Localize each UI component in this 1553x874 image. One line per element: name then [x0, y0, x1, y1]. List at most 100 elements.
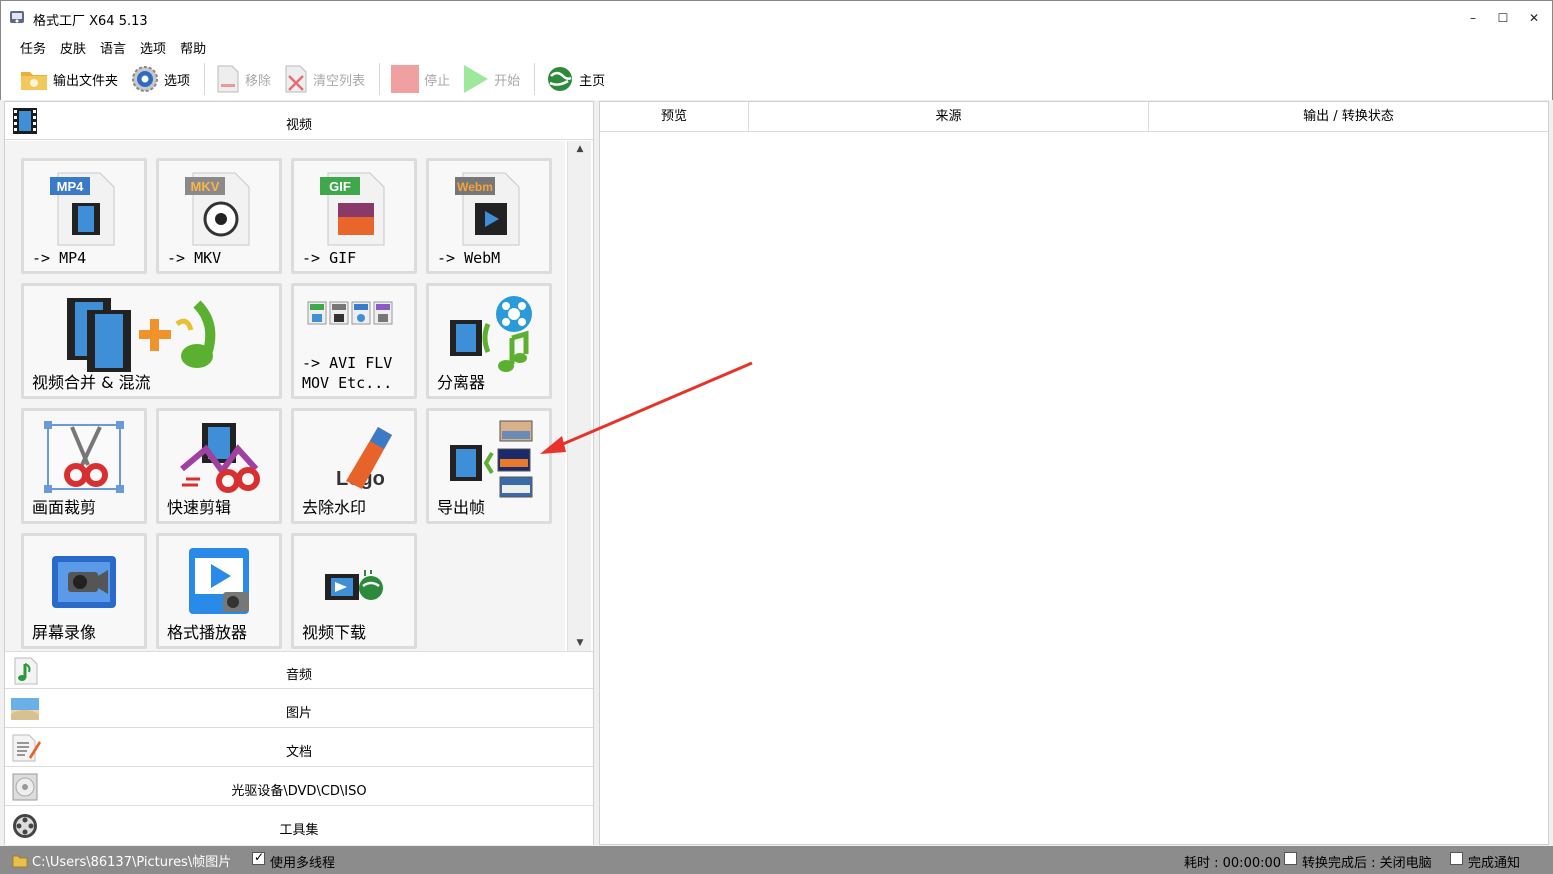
menu-options[interactable]: 选项: [133, 34, 173, 58]
category-document[interactable]: 文档: [5, 729, 593, 767]
multithread-label: 使用多线程: [270, 856, 336, 871]
folder-icon: [21, 72, 47, 90]
gear-icon: [132, 66, 159, 92]
menu-bar: 任务 皮肤 语言 选项 帮助: [0, 34, 1553, 58]
webm-badge-text: Webm: [457, 180, 493, 194]
category-panel: 视频 MP4 -> MP4 MKV -> MKV GIF -> GIF Webm…: [4, 101, 594, 845]
maximize-button[interactable]: ☐: [1488, 7, 1518, 29]
tile-screen-record[interactable]: 屏幕录像: [21, 533, 147, 649]
clear-list-icon: [285, 65, 307, 93]
tile-to-gif-label: -> GIF: [302, 249, 357, 267]
start-button[interactable]: 开始: [458, 61, 524, 97]
title-bar: 格式工厂 X64 5.13 – ☐ ✕: [0, 0, 1553, 34]
tile-to-webm-label: -> WebM: [437, 249, 501, 267]
category-video-label: 视频: [285, 118, 312, 133]
remove-label: 移除: [245, 73, 272, 89]
start-label: 开始: [494, 73, 521, 89]
toolbar-divider: [534, 63, 536, 95]
tile-merge-mux-label: 视频合并 & 混流: [32, 373, 151, 392]
gif-badge-text: GIF: [329, 179, 351, 194]
merge-video-audio-icon: [66, 298, 215, 372]
export-frames-icon: [450, 420, 533, 498]
tool-grid-scrollbar[interactable]: ▲ ▼: [567, 141, 591, 651]
tile-to-webm[interactable]: Webm -> WebM: [426, 158, 552, 274]
tile-video-download[interactable]: 视频下载: [291, 533, 417, 649]
crop-scissors-icon: [44, 421, 124, 493]
column-source[interactable]: 来源: [749, 102, 1149, 132]
stop-label: 停止: [424, 73, 451, 89]
tile-to-mp4[interactable]: MP4 -> MP4: [21, 158, 147, 274]
notify-label: 完成通知: [1468, 856, 1521, 871]
tile-quick-clip[interactable]: 快速剪辑: [156, 408, 282, 524]
minimize-button[interactable]: –: [1458, 7, 1488, 29]
tile-to-avi-flv-mov[interactable]: -> AVI FLV MOV Etc...: [291, 283, 417, 399]
tool-grid: MP4 -> MP4 MKV -> MKV GIF -> GIF Webm ->…: [5, 141, 565, 651]
menu-skin[interactable]: 皮肤: [53, 34, 93, 58]
home-label: 主页: [579, 73, 606, 89]
scroll-thumb[interactable]: [570, 161, 590, 613]
tile-crop-label: 画面裁剪: [32, 498, 97, 517]
tile-export-frames[interactable]: 导出帧: [426, 408, 552, 524]
after-done-label: 转换完成后 : 关闭电脑: [1302, 856, 1432, 871]
scroll-down-icon[interactable]: ▼: [568, 635, 592, 651]
category-audio[interactable]: 音频: [5, 651, 593, 689]
category-image-label: 图片: [285, 706, 312, 721]
mp4-file-icon: MP4: [50, 172, 115, 246]
toolbar: 输出文件夹 选项 移除 清空列表 停止 开始 主页: [0, 58, 1553, 100]
category-rom-device[interactable]: 光驱设备\DVD\CD\ISO: [5, 768, 593, 806]
tile-to-gif[interactable]: GIF -> GIF: [291, 158, 417, 274]
column-output-status[interactable]: 输出 / 转换状态: [1149, 102, 1548, 132]
options-label: 选项: [164, 73, 191, 89]
category-document-label: 文档: [285, 745, 312, 760]
multi-format-icon: [307, 301, 393, 325]
window-title: 格式工厂 X64 5.13: [33, 14, 148, 29]
category-toolbox[interactable]: 工具集: [5, 807, 593, 845]
output-path[interactable]: C:\Users\86137\Pictures\帧图片: [32, 851, 231, 870]
home-button[interactable]: 主页: [541, 61, 609, 97]
scroll-up-icon[interactable]: ▲: [568, 141, 592, 157]
app-icon: [10, 11, 24, 23]
multithread-checkbox[interactable]: [252, 850, 265, 865]
tile-merge-mux[interactable]: 视频合并 & 混流: [21, 283, 282, 399]
output-folder-button[interactable]: 输出文件夹: [15, 61, 122, 97]
tile-crop[interactable]: 画面裁剪: [21, 408, 147, 524]
tile-format-player[interactable]: 格式播放器: [156, 533, 282, 649]
mp4-badge-text: MP4: [57, 179, 85, 194]
toolbar-divider: [379, 63, 381, 95]
tile-video-download-label: 视频下载: [302, 623, 367, 642]
webm-file-icon: Webm: [455, 172, 520, 246]
close-button[interactable]: ✕: [1519, 7, 1549, 29]
tile-to-mkv-label: -> MKV: [167, 249, 222, 267]
category-video[interactable]: 视频: [5, 102, 593, 140]
toolbar-divider: [204, 63, 206, 95]
options-button[interactable]: 选项: [126, 61, 194, 97]
tile-splitter[interactable]: 分离器: [426, 283, 552, 399]
eraser-icon: Logo: [336, 427, 392, 490]
tile-format-player-label: 格式播放器: [167, 623, 248, 642]
folder-small-icon: [12, 855, 28, 868]
category-image[interactable]: 图片: [5, 690, 593, 728]
column-preview[interactable]: 预览: [600, 102, 749, 132]
tile-remove-watermark[interactable]: Logo 去除水印: [291, 408, 417, 524]
mkv-file-icon: MKV: [185, 172, 250, 246]
remove-button[interactable]: 移除: [211, 61, 275, 97]
notify-checkbox[interactable]: [1450, 852, 1463, 865]
play-icon: [464, 65, 489, 93]
tile-splitter-label: 分离器: [437, 373, 486, 392]
menu-language[interactable]: 语言: [93, 34, 133, 58]
tile-screen-record-label: 屏幕录像: [32, 623, 97, 642]
menu-task[interactable]: 任务: [13, 34, 53, 58]
video-download-icon: [325, 570, 383, 600]
screen-record-icon: [52, 556, 116, 608]
after-done-checkbox[interactable]: [1284, 852, 1297, 865]
tile-quick-clip-label: 快速剪辑: [167, 498, 232, 517]
menu-help[interactable]: 帮助: [173, 34, 213, 58]
clear-list-button[interactable]: 清空列表: [279, 61, 369, 97]
stop-button[interactable]: 停止: [386, 61, 454, 97]
tile-to-mkv[interactable]: MKV -> MKV: [156, 158, 282, 274]
tile-to-avi-flv-mov-label: -> AVI FLV MOV Etc...: [302, 354, 393, 392]
category-audio-label: 音频: [285, 668, 312, 683]
task-list[interactable]: 预览 来源 输出 / 转换状态: [599, 101, 1549, 845]
category-toolbox-label: 工具集: [279, 823, 319, 838]
tile-to-mp4-label: -> MP4: [32, 249, 87, 267]
